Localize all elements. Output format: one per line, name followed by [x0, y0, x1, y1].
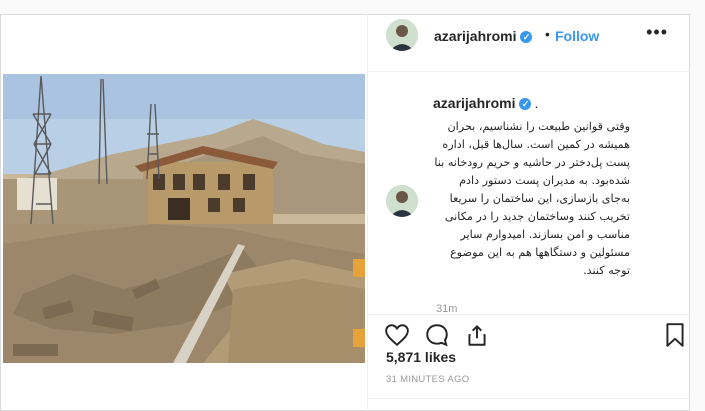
caption-line: شده‌بود. به مدیران پست دستور دادم — [459, 174, 630, 187]
caption-line: به‌جای بازسازی، این ساختمان را سریعا — [449, 192, 630, 205]
comment-divider — [368, 398, 690, 399]
caption-username-link[interactable]: azarijahromi ✓. — [433, 95, 538, 111]
caption-line: مناسب و امن بسازند. امیدوارم سایر — [460, 228, 630, 241]
caption-line: وقتی قوانین طبیعت را نشناسیم، بحران — [447, 120, 630, 133]
comment-icon[interactable] — [424, 322, 450, 348]
separator-dot: • — [545, 26, 550, 42]
caption-line: همیشه در کمین است. سال‌ها قبل، اداره — [442, 138, 630, 151]
share-icon[interactable] — [464, 322, 490, 348]
caption-line: پست پل‌دختر در حاشیه و حریم رودخانه بنا — [434, 156, 630, 169]
follow-button[interactable]: Follow — [555, 28, 599, 44]
verified-badge-icon: ✓ — [520, 31, 533, 43]
likes-count[interactable]: 5,871 likes — [386, 349, 456, 365]
post-header: azarijahromi ✓ • Follow ••• — [368, 14, 690, 72]
bookmark-icon[interactable] — [662, 322, 688, 348]
caption-avatar[interactable] — [386, 185, 418, 217]
post-photo[interactable] — [3, 74, 365, 363]
post-sidebar: azarijahromi ✓ • Follow ••• azarijahromi ✓… — [367, 14, 690, 411]
post-timestamp[interactable]: 31 MINUTES AGO — [386, 374, 469, 385]
flood-damage-image — [3, 74, 365, 363]
caption-username-text: azarijahromi — [433, 95, 516, 111]
caption-line: تخریب کنند وساختمان جدید را در مکانی — [444, 210, 630, 223]
caption-line: توجه کنند. — [583, 264, 630, 277]
heart-icon[interactable] — [384, 322, 410, 348]
username-link[interactable]: azarijahromi ✓ — [434, 28, 533, 44]
caption-text: وقتی قوانین طبیعت را نشناسیم، بحران همیش… — [430, 118, 630, 280]
username-text: azarijahromi — [434, 28, 517, 44]
ellipsis-icon[interactable]: ••• — [646, 22, 668, 43]
verified-badge-icon: ✓ — [519, 98, 532, 110]
avatar[interactable] — [386, 19, 418, 51]
caption-period: . — [534, 95, 539, 111]
action-bar — [368, 314, 690, 352]
caption-line: مسئولین و دستگاهها هم به این موضوع — [450, 246, 630, 259]
